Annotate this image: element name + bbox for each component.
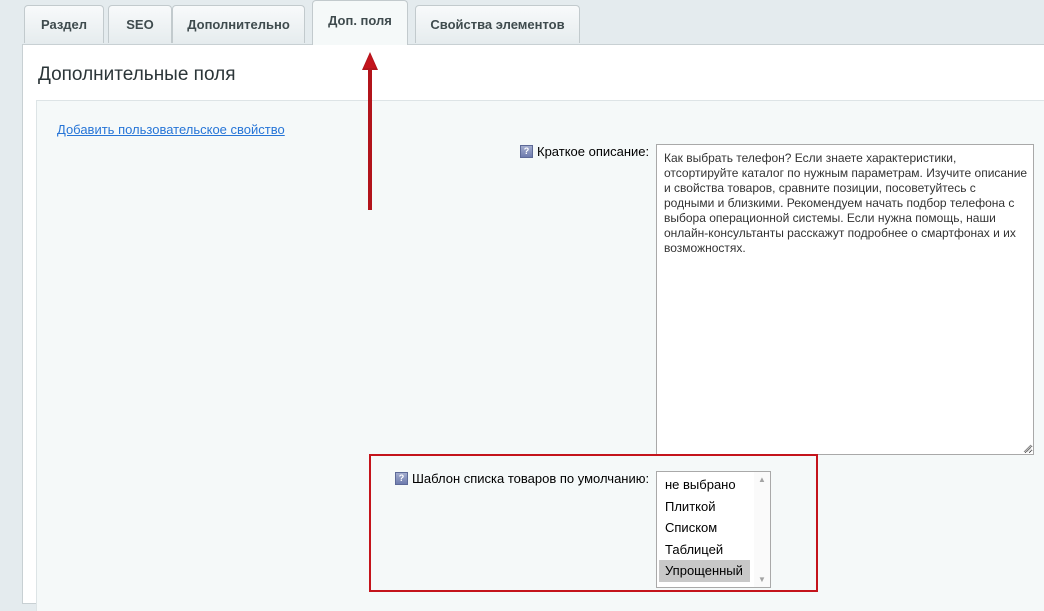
tab-additional[interactable]: Дополнительно xyxy=(172,5,305,43)
listbox-scrollbar[interactable]: ▲ ▼ xyxy=(754,472,770,587)
option-not-selected[interactable]: не выбрано xyxy=(659,474,750,496)
question-icon[interactable]: ? xyxy=(395,472,408,485)
option-tiles[interactable]: Плиткой xyxy=(659,496,750,518)
panel-title: Дополнительные поля xyxy=(38,64,236,85)
tab-seo[interactable]: SEO xyxy=(108,5,172,43)
short-description-textarea[interactable]: Как выбрать телефон? Если знаете характе… xyxy=(656,144,1034,455)
list-template-select[interactable]: не выбрано Плиткой Списком Таблицей Упро… xyxy=(656,471,771,588)
tab-extra-fields[interactable]: Доп. поля xyxy=(312,0,408,45)
option-table[interactable]: Таблицей xyxy=(659,539,750,561)
short-description-label: Краткое описание: xyxy=(537,144,650,159)
question-icon[interactable]: ? xyxy=(520,145,533,158)
short-description-text: Как выбрать телефон? Если знаете характе… xyxy=(664,151,1028,255)
scroll-down-icon[interactable]: ▼ xyxy=(758,575,766,584)
resize-grip-icon[interactable] xyxy=(1022,443,1032,453)
option-simplified[interactable]: Упрощенный xyxy=(659,560,750,582)
tab-element-properties[interactable]: Свойства элементов xyxy=(415,5,580,43)
scroll-up-icon[interactable]: ▲ xyxy=(758,475,766,484)
fields-content: Добавить пользовательское свойство ? Кра… xyxy=(36,100,1044,611)
list-template-label: Шаблон списка товаров по умолчанию: xyxy=(412,471,650,486)
option-list[interactable]: Списком xyxy=(659,517,750,539)
add-user-property-link[interactable]: Добавить пользовательское свойство xyxy=(57,122,285,137)
short-description-label-row: ? Краткое описание: xyxy=(520,144,649,159)
extra-fields-panel: Дополнительные поля Добавить пользовател… xyxy=(22,44,1044,611)
tab-section[interactable]: Раздел xyxy=(24,5,104,43)
list-template-label-row: ? Шаблон списка товаров по умолчанию: xyxy=(395,471,649,486)
